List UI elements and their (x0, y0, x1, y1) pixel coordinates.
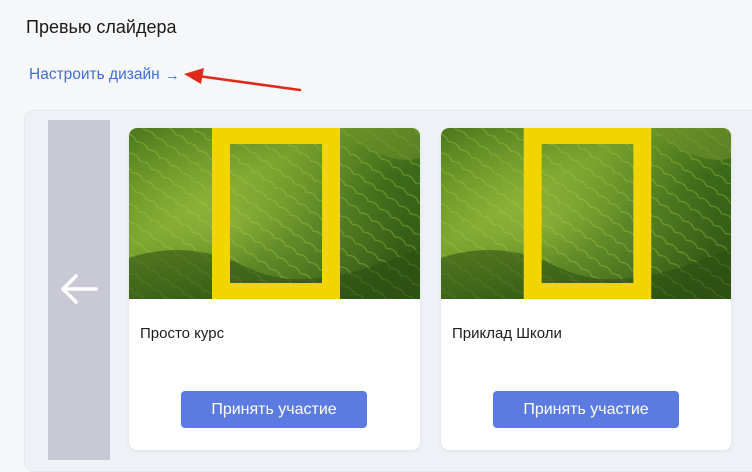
slider-card[interactable]: Просто курс Принять участие (129, 128, 420, 450)
customize-design-link[interactable]: Настроить дизайн → (29, 66, 180, 84)
course-cover-image (129, 128, 420, 299)
slider-prev-button[interactable] (48, 120, 110, 460)
join-button[interactable]: Принять участие (181, 391, 367, 428)
arrow-left-icon (61, 274, 98, 304)
slider-card[interactable]: Приклад Школи Принять участие (441, 128, 731, 450)
annotation-arrow (184, 68, 302, 92)
customize-design-label: Настроить дизайн (29, 66, 160, 83)
card-title: Приклад Школи (452, 325, 562, 342)
card-title: Просто курс (140, 325, 225, 342)
course-cover-image (441, 128, 731, 299)
page-title: Превью слайдера (26, 17, 177, 37)
join-button[interactable]: Принять участие (493, 391, 679, 428)
arrow-right-icon: → (164, 66, 180, 84)
